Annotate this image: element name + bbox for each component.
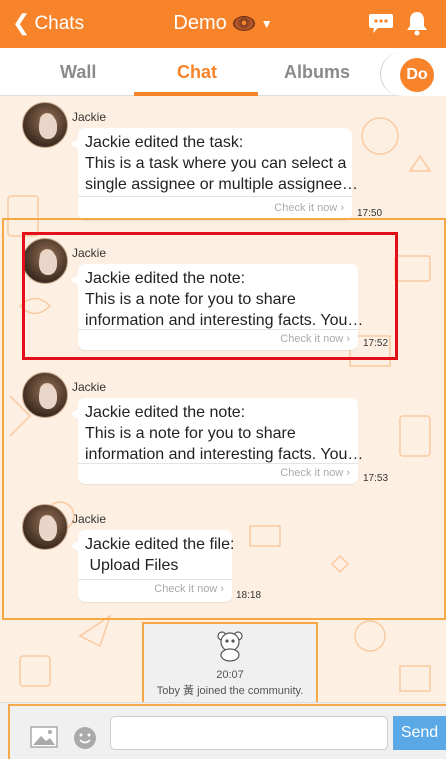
check-it-now-label: Check it now: [274, 202, 338, 214]
sender-name: Jackie: [72, 512, 107, 526]
tab-wall[interactable]: Wall: [60, 62, 96, 83]
message-time: 18:18: [236, 590, 262, 601]
check-it-now-link[interactable]: Check it now ›: [274, 202, 344, 214]
check-it-now-link[interactable]: Check it now ›: [280, 333, 350, 345]
notice-time: 20:07: [216, 669, 244, 681]
donut-icon: [232, 16, 255, 31]
message-bubble[interactable]: Jackie edited the task: This is a task w…: [71, 128, 358, 220]
bubble-divider: [78, 329, 358, 330]
sender-name: Jackie: [72, 246, 107, 260]
profile-badge[interactable]: Do: [400, 58, 434, 92]
caret-down-icon: ▼: [260, 16, 273, 31]
group-title: Demo: [173, 12, 227, 34]
chat-list[interactable]: Jackie Jackie edited the task: This is a…: [0, 96, 446, 702]
check-it-now-label: Check it now: [280, 467, 344, 479]
sender-name: Jackie: [72, 380, 107, 394]
bear-icon: [217, 631, 243, 662]
avatar[interactable]: [22, 102, 68, 148]
image-icon[interactable]: [30, 726, 58, 748]
check-it-now-link[interactable]: Check it now ›: [280, 467, 350, 479]
bubble-divider: [78, 579, 232, 580]
message-text: Jackie edited the task: This is a task w…: [85, 134, 359, 193]
chat-bubble-icon[interactable]: [368, 12, 394, 34]
notice-text: Toby 黃 joined the community.: [156, 685, 304, 697]
avatar[interactable]: [22, 238, 68, 284]
check-it-now-link[interactable]: Check it now ›: [154, 583, 224, 595]
avatar[interactable]: [22, 504, 68, 550]
chat-screen: ❮ Chats Demo ▼ Wall Chat Albums Do Jacki…: [0, 0, 446, 759]
emoji-icon[interactable]: [72, 725, 98, 751]
send-button[interactable]: Send: [393, 716, 446, 750]
message-text: Jackie edited the note: This is a note f…: [85, 270, 364, 329]
tab-chat[interactable]: Chat: [177, 62, 217, 83]
check-it-now-label: Check it now: [154, 583, 218, 595]
bell-icon[interactable]: [404, 10, 430, 36]
check-it-now-label: Check it now: [280, 333, 344, 345]
message-composer: Send: [0, 702, 446, 759]
message-time: 17:50: [357, 208, 383, 219]
message-bubble[interactable]: Jackie edited the file: Upload Files Che…: [71, 530, 235, 602]
message-text: Jackie edited the note: This is a note f…: [85, 404, 364, 463]
message-time: 17:53: [363, 473, 389, 484]
message-bubble[interactable]: Jackie edited the note: This is a note f…: [71, 264, 363, 350]
sender-name: Jackie: [72, 110, 107, 124]
message-input[interactable]: [110, 716, 388, 750]
bubble-divider: [78, 196, 352, 197]
bubble-divider: [78, 463, 358, 464]
message-bubble[interactable]: Jackie edited the note: This is a note f…: [71, 398, 363, 484]
system-notice: 20:07 Toby 黃 joined the community.: [144, 624, 316, 702]
message-text: Jackie edited the file: Upload Files: [85, 536, 235, 574]
avatar[interactable]: [22, 372, 68, 418]
tab-albums[interactable]: Albums: [284, 62, 350, 83]
message-time: 17:52: [363, 338, 389, 349]
top-bar: ❮ Chats Demo ▼: [0, 0, 446, 48]
